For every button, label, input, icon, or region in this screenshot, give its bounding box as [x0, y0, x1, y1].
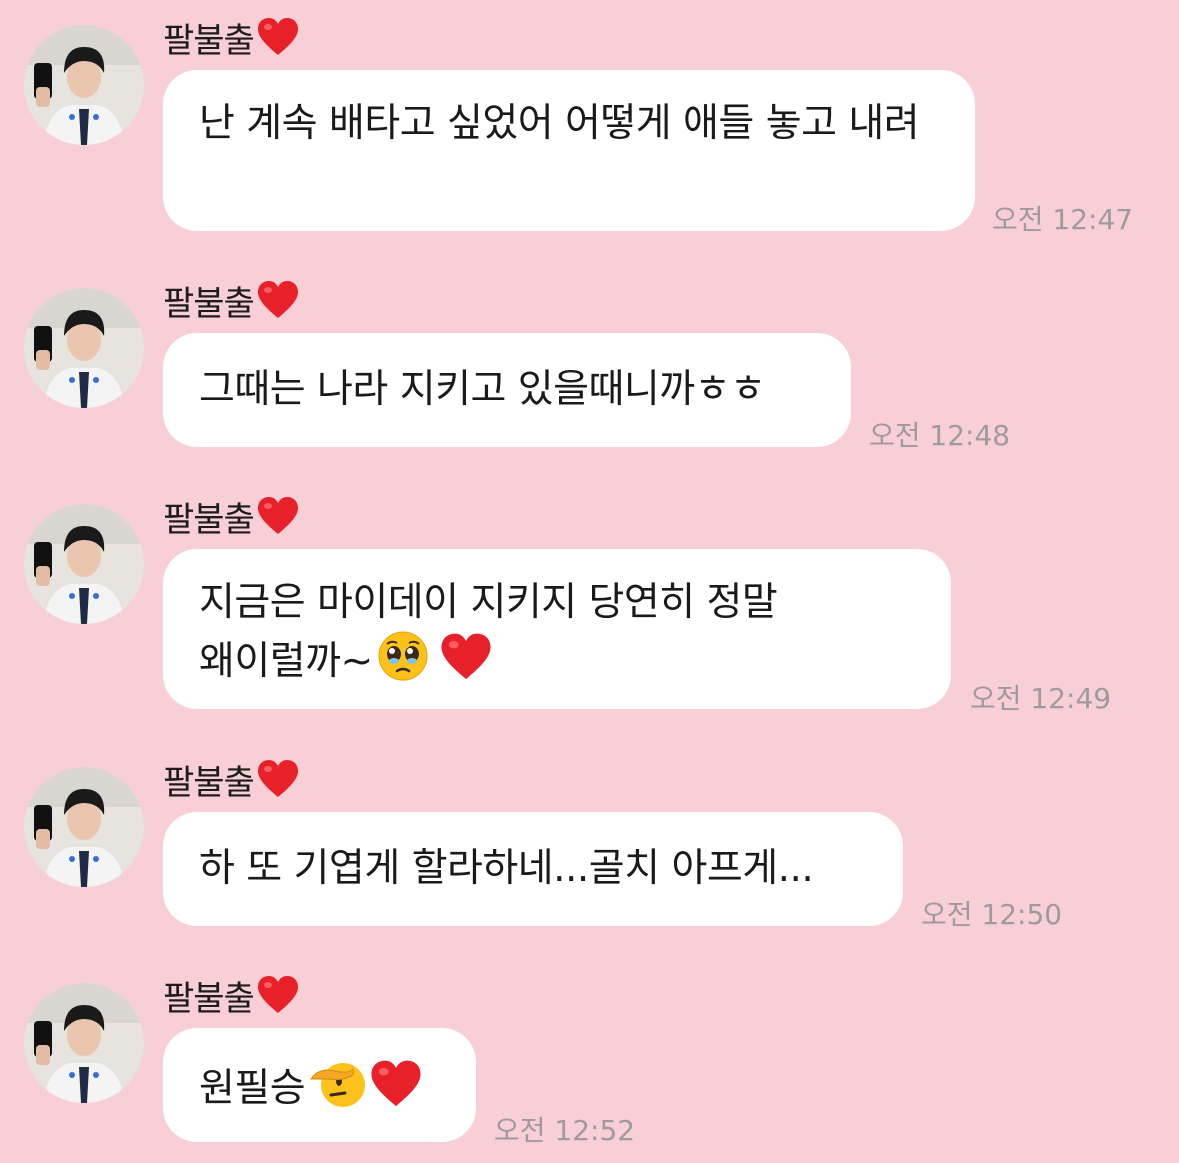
- sender-name-text: 팔불출: [163, 978, 255, 1019]
- avatar[interactable]: [24, 504, 144, 624]
- heart-icon: [256, 975, 300, 1015]
- pleading-face-emoji: [377, 630, 429, 682]
- avatar[interactable]: [24, 983, 144, 1103]
- saluting-face-emoji: [309, 1057, 367, 1109]
- avatar[interactable]: [24, 288, 144, 408]
- sender-name: 팔불출: [163, 492, 300, 540]
- chat-message: 팔불출 하 또 기엽게 할라하네...골치 아프게... 오전 12:50: [0, 755, 1179, 935]
- chat-message: 팔불출 난 계속 배타고 싶었어 어떻게 애들 놓고 내려 오전 12:47: [0, 13, 1179, 236]
- heart-icon: [256, 280, 300, 320]
- message-bubble[interactable]: 하 또 기엽게 할라하네...골치 아프게...: [163, 812, 903, 926]
- chat-message: 팔불출 그때는 나라 지키고 있을때니까ㅎㅎ 오전 12:48: [0, 276, 1179, 456]
- message-bubble[interactable]: 지금은 마이데이 지키지 당연히 정말 왜이럴까~: [163, 549, 951, 709]
- red-heart-emoji: [439, 632, 493, 682]
- message-timestamp: 오전 12:50: [921, 898, 1063, 931]
- message-timestamp: 오전 12:47: [992, 203, 1134, 236]
- message-bubble[interactable]: 원필승: [163, 1028, 476, 1142]
- heart-icon: [256, 17, 300, 57]
- sender-name-text: 팔불출: [163, 20, 255, 61]
- sender-name: 팔불출: [163, 971, 300, 1019]
- message-timestamp: 오전 12:52: [494, 1114, 636, 1147]
- sender-name-text: 팔불출: [163, 762, 255, 803]
- message-text: 원필승: [199, 1066, 306, 1111]
- message-timestamp: 오전 12:48: [869, 419, 1011, 452]
- sender-name-text: 팔불출: [163, 283, 255, 324]
- heart-icon: [256, 759, 300, 799]
- avatar[interactable]: [24, 25, 144, 145]
- avatar[interactable]: [24, 767, 144, 887]
- message-text: 난 계속 배타고 싶었어 어떻게 애들 놓고 내려: [199, 101, 920, 146]
- message-bubble[interactable]: 그때는 나라 지키고 있을때니까ㅎㅎ: [163, 333, 851, 447]
- sender-name: 팔불출: [163, 755, 300, 803]
- message-timestamp: 오전 12:49: [970, 682, 1112, 715]
- message-text: 그때는 나라 지키고 있을때니까ㅎㅎ: [199, 367, 766, 412]
- message-text: 지금은 마이데이 지키지 당연히 정말 왜이럴까~: [199, 580, 790, 684]
- chat-message: 팔불출 지금은 마이데이 지키지 당연히 정말 왜이럴까~ 오전 12:49: [0, 492, 1179, 717]
- red-heart-emoji: [369, 1059, 423, 1109]
- message-bubble[interactable]: 난 계속 배타고 싶었어 어떻게 애들 놓고 내려: [163, 70, 975, 231]
- heart-icon: [256, 496, 300, 536]
- sender-name: 팔불출: [163, 276, 300, 324]
- message-text: 하 또 기엽게 할라하네...골치 아프게...: [199, 846, 814, 891]
- sender-name-text: 팔불출: [163, 499, 255, 540]
- sender-name: 팔불출: [163, 13, 300, 61]
- chat-message: 팔불출 원필승 오전 12:52: [0, 971, 1179, 1151]
